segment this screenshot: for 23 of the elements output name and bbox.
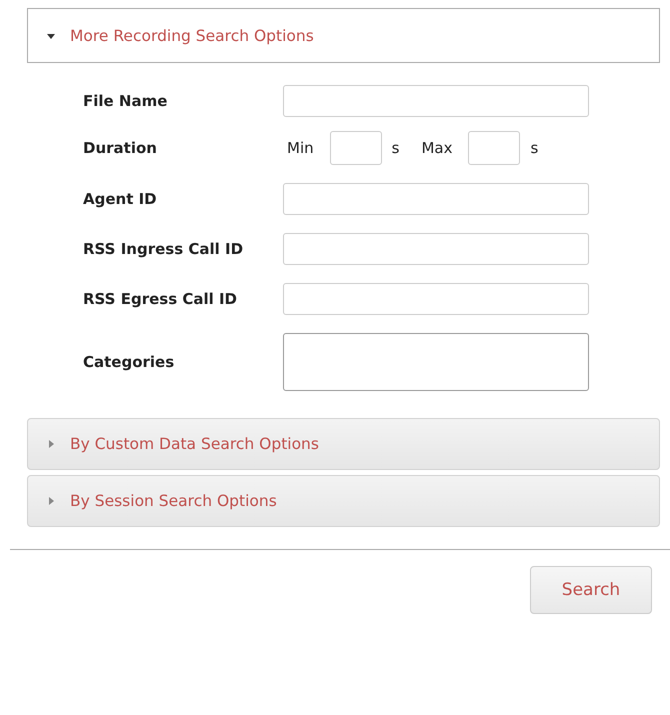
field-label: Agent ID: [83, 189, 158, 210]
field-label: Categories: [83, 352, 176, 373]
panel-header[interactable]: By Session Search Options: [27, 475, 660, 527]
caret-icon: [46, 496, 56, 506]
unit-label: s: [392, 139, 400, 157]
min-label: Min: [287, 139, 314, 157]
input-field[interactable]: [283, 283, 589, 315]
list-field[interactable]: [283, 333, 589, 391]
search-button[interactable]: Search: [530, 566, 652, 614]
field-label: RSS Egress Call ID: [83, 289, 238, 310]
max-label: Max: [421, 139, 452, 157]
panel-header[interactable]: More Recording Search Options: [27, 8, 660, 63]
unit-label: s: [530, 139, 538, 157]
caret-icon: [46, 439, 56, 449]
field-label: File Name: [83, 91, 168, 112]
input-field[interactable]: [283, 85, 589, 117]
input-field[interactable]: [330, 131, 382, 165]
panel-header[interactable]: By Custom Data Search Options: [27, 418, 660, 470]
field-label: RSS Ingress Call ID: [83, 239, 244, 260]
input-field[interactable]: [283, 233, 589, 265]
field-label: Duration: [83, 138, 158, 159]
input-field[interactable]: [468, 131, 520, 165]
input-field[interactable]: [283, 183, 589, 215]
